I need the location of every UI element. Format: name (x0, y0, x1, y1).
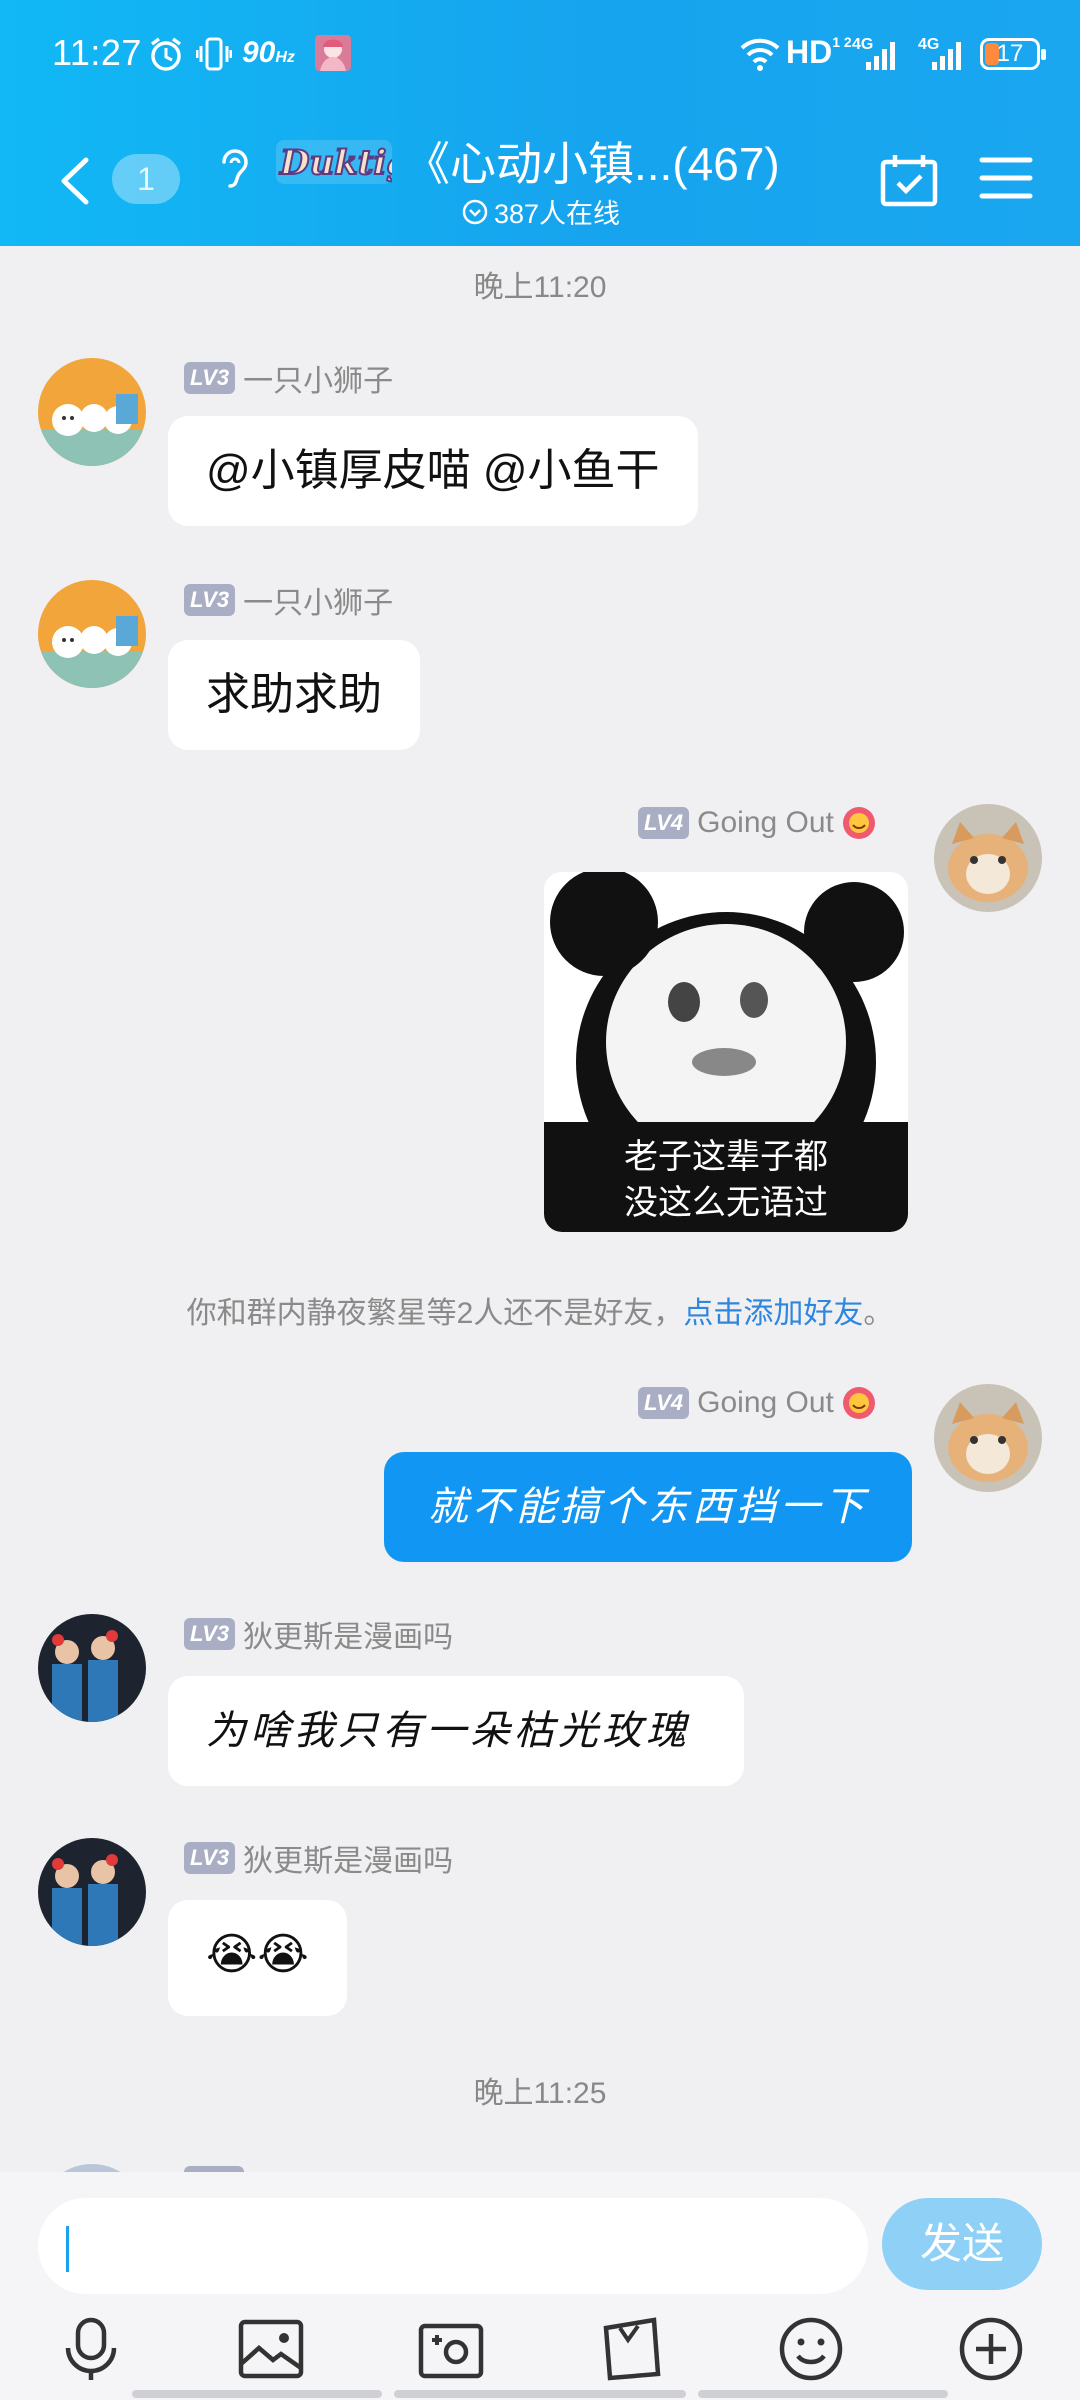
chat-title-bar: 1 Duktig. 《心动小镇...(467) 387人在线 (0, 120, 1080, 240)
avatar[interactable] (38, 358, 146, 466)
signal-icon (866, 42, 895, 70)
sender-name: LV4 Going Out (638, 806, 876, 840)
level-badge: LV3 (184, 362, 236, 394)
level-badge: LV4 (638, 1387, 690, 1419)
group-title[interactable]: 《心动小镇...(467) (404, 128, 780, 194)
ear-icon[interactable] (216, 144, 254, 194)
sticker-image[interactable]: 老子这辈子都 没这么无语过 (544, 872, 908, 1232)
flower-badge-icon (842, 807, 875, 839)
status-bar: 11:27 90Hz HD1 2 4G 4G 17 (0, 0, 1080, 110)
timestamp: 晚上11:25 (473, 2077, 607, 2110)
wifi-icon (740, 38, 780, 71)
message-bubble[interactable]: @小镇厚皮喵 @小鱼干 (168, 416, 698, 526)
menu-icon[interactable] (978, 154, 1034, 202)
message-input[interactable] (38, 2198, 868, 2294)
group-logo: Duktig. (276, 140, 392, 184)
image-icon[interactable] (236, 2314, 306, 2384)
input-bar: 发送 (0, 2172, 1080, 2400)
app-header: 11:27 90Hz HD1 2 4G 4G 17 1 Dukti 《心动小镇.… (0, 0, 1080, 246)
calendar-check-icon[interactable] (880, 152, 938, 208)
vibrate-icon (196, 37, 232, 71)
online-count[interactable]: 387人在线 (462, 192, 620, 231)
signal-icon-2 (932, 42, 961, 70)
message-list[interactable]: 晚上11:20 LV3 一只小狮子 @小镇厚皮喵 @小鱼干 LV3 一只小狮子 … (0, 246, 1080, 2172)
timestamp: 晚上11:20 (473, 271, 607, 304)
camera-icon[interactable] (416, 2314, 486, 2384)
add-friend-link[interactable]: 点击添加好友 (683, 1297, 863, 1330)
hd-indicator: HD1 2 (786, 34, 852, 70)
my-avatar[interactable] (934, 804, 1042, 912)
sender-name: LV3 狄更斯是漫画吗 (184, 1612, 453, 1656)
level-badge: LV4 (638, 807, 690, 839)
battery-indicator: 17 (980, 38, 1046, 70)
my-avatar[interactable] (934, 1384, 1042, 1492)
message-bubble[interactable]: 为啥我只有一朵枯光玫瑰 (168, 1676, 744, 1786)
avatar[interactable] (38, 1838, 146, 1946)
level-badge: LV3 (184, 1842, 236, 1874)
sender-name: LV3 一只小狮子 (184, 578, 393, 622)
unread-count-badge[interactable]: 1 (112, 154, 180, 204)
back-arrow-icon[interactable] (56, 156, 96, 206)
plus-icon[interactable] (956, 2314, 1026, 2384)
level-badge: LV3 (184, 1618, 236, 1650)
message-bubble[interactable]: 求助求助 (168, 640, 420, 750)
clock: 11:27 (52, 32, 142, 73)
avatar[interactable] (38, 2164, 146, 2172)
alarm-icon (150, 37, 182, 71)
avatar[interactable] (38, 1614, 146, 1722)
level-badge: LV3 (184, 584, 236, 616)
gesture-bar (132, 2390, 382, 2398)
refresh-rate: 90Hz (242, 36, 295, 69)
sender-name: LV3 狄更斯是漫画吗 (184, 1836, 453, 1880)
add-friend-notice: 你和群内静夜繁星等2人还不是好友，点击添加好友。 (186, 1297, 894, 1330)
sender-name: LV3 一只小狮子 (184, 356, 393, 400)
flower-badge-icon (842, 1387, 875, 1419)
avatar[interactable] (38, 580, 146, 688)
gesture-bar (394, 2390, 686, 2398)
message-bubble[interactable]: 😭😭 (168, 1900, 347, 2016)
send-button[interactable]: 发送 (882, 2198, 1042, 2290)
sticker-caption-line2: 没这么无语过 (624, 1184, 828, 1222)
app-notification-icon (315, 35, 351, 71)
gesture-bar (698, 2390, 948, 2398)
sticker-caption-line1: 老子这辈子都 (624, 1138, 828, 1176)
emoji-icon[interactable] (776, 2314, 846, 2384)
svg-text:Duktig.: Duktig. (279, 143, 392, 183)
crying-emoji: 😭😭 (206, 1930, 309, 1979)
sender-name: LV4 Going Out (638, 1386, 876, 1420)
text-cursor (66, 2226, 69, 2272)
file-icon[interactable] (596, 2314, 666, 2384)
microphone-icon[interactable] (56, 2314, 126, 2384)
chevron-down-circle-icon (462, 199, 488, 224)
my-message-bubble[interactable]: 就不能搞个东西挡一下 (384, 1452, 912, 1562)
